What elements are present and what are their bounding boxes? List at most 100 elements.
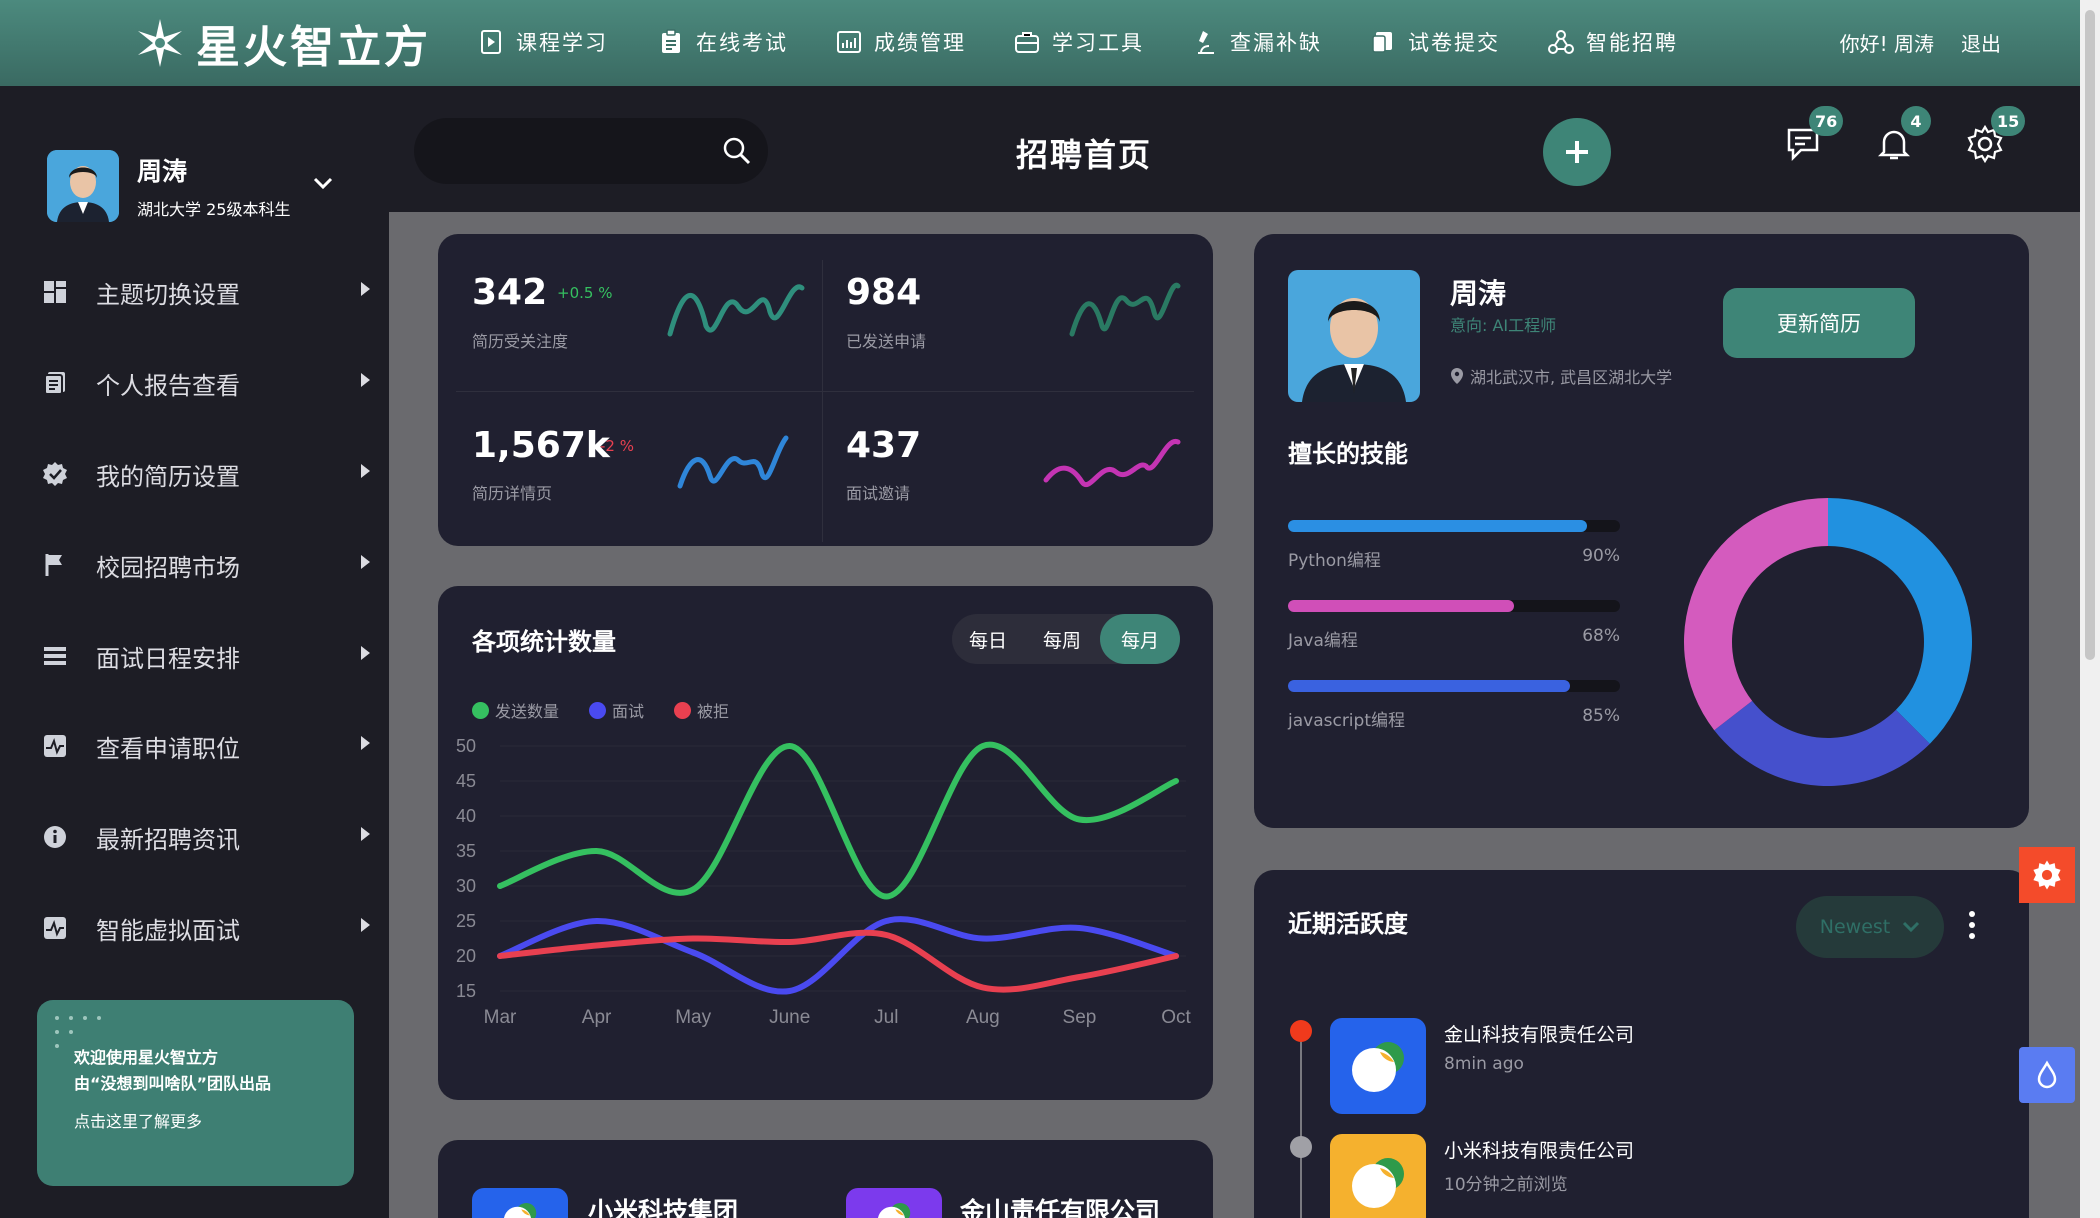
logo-circle: [1352, 1164, 1396, 1208]
y-tick-label: 15: [456, 981, 476, 1001]
sidebar-item-report[interactable]: 个人报告查看: [40, 353, 370, 413]
promo-card[interactable]: 欢迎使用星火智立方 由“没想到叫啥队”团队出品 点击这里了解更多: [37, 1000, 354, 1186]
chevron-right-icon: [361, 282, 370, 296]
company-mark-icon: [877, 1203, 911, 1218]
play-doc-icon: [481, 30, 501, 54]
promo-link[interactable]: 点击这里了解更多: [74, 1108, 202, 1132]
toolbox-icon: [1015, 32, 1039, 53]
page-title: 招聘首页: [1016, 136, 1153, 174]
y-tick-label: 35: [456, 841, 476, 861]
legend-label: 被拒: [697, 702, 730, 721]
sidebar-item-virtual-interview[interactable]: 智能虚拟面试: [40, 898, 370, 958]
add-button[interactable]: [1543, 118, 1611, 186]
color-picker-button[interactable]: [2019, 1047, 2075, 1103]
search-input[interactable]: [414, 118, 768, 184]
x-tick-label: Jul: [874, 1007, 898, 1028]
flag-icon: [40, 550, 70, 580]
resume-intent: 意向: AI工程师: [1450, 316, 1557, 335]
chevron-right-icon: [361, 555, 370, 569]
line-chart: 50 45 40 35 30 25 20 15 Mar Apr May June Jul Aug Sep Oc…: [456, 736, 1192, 1028]
sidebar: 周涛 湖北大学 25级本科生 主题切换设置 个人报告查看 我的简历设置 校园招聘…: [0, 86, 389, 1218]
activity-company[interactable]: 金山科技有限责任公司: [1444, 1020, 1634, 1047]
nav-item-review[interactable]: 查漏补缺: [1192, 22, 1322, 62]
sidebar-item-label: 我的简历设置: [96, 462, 240, 491]
skill-percent: 90%: [1582, 546, 1620, 566]
stat-value: 437: [846, 425, 922, 466]
legend-label: 面试: [612, 702, 645, 721]
sidebar-item-theme[interactable]: 主题切换设置: [40, 262, 370, 322]
chevron-right-icon: [361, 464, 370, 478]
user-school: 湖北大学 25级本科生: [137, 200, 291, 219]
theme-settings-button[interactable]: [2019, 847, 2075, 903]
sidebar-item-label: 智能虚拟面试: [96, 916, 240, 945]
tab-weekly[interactable]: 每周: [1024, 614, 1100, 664]
stat-value: 342: [472, 272, 548, 313]
activity-icon: [40, 913, 70, 943]
page-scrollbar[interactable]: [2080, 0, 2100, 1218]
nav-item-tools[interactable]: 学习工具: [1014, 22, 1144, 62]
logout-link[interactable]: 退出: [1961, 28, 2001, 57]
sort-dropdown[interactable]: Newest: [1796, 896, 1944, 958]
sidebar-item-resume[interactable]: 我的简历设置: [40, 444, 370, 504]
legend-swatch: [674, 701, 692, 719]
stat-delta: -2 %: [600, 437, 634, 455]
nav-item-submit[interactable]: 试卷提交: [1370, 22, 1500, 62]
nav-item-label: 智能招聘: [1586, 31, 1678, 55]
nav-item-label: 试卷提交: [1408, 31, 1500, 55]
stat-label: 面试邀请: [846, 484, 911, 503]
legend-item[interactable]: 发送数量: [472, 698, 559, 722]
sidebar-item-applications[interactable]: 查看申请职位: [40, 716, 370, 776]
company-name[interactable]: 金山责任有限公司: [960, 1192, 1160, 1218]
company-logo[interactable]: [1330, 1134, 1426, 1218]
water-drop-icon: [2037, 1060, 2057, 1089]
update-resume-button[interactable]: 更新简历: [1723, 288, 1915, 358]
skills-title: 擅长的技能: [1288, 440, 1408, 468]
person-photo-icon: [1288, 270, 1420, 402]
stat-label: 已发送申请: [846, 332, 927, 351]
nav-item-courses[interactable]: 课程学习: [478, 22, 608, 62]
nav-item-exam[interactable]: 在线考试: [658, 22, 788, 62]
brand-logo[interactable]: 星火智立方: [134, 12, 431, 74]
user-profile[interactable]: 周涛 湖北大学 25级本科生: [47, 150, 290, 222]
profile-photo: [1288, 270, 1420, 402]
sidebar-item-market[interactable]: 校园招聘市场: [40, 535, 370, 595]
nav-item-grades[interactable]: 成绩管理: [836, 22, 966, 62]
list-icon: [40, 641, 70, 671]
network-icon: [1548, 30, 1574, 54]
main-header: 招聘首页 76 4 15: [389, 86, 2080, 212]
more-options-icon[interactable]: [1968, 910, 1976, 940]
chevron-down-icon[interactable]: [310, 170, 336, 196]
company-name[interactable]: 小米科技集团: [588, 1192, 738, 1218]
settings-badge: 15: [1991, 106, 2026, 136]
sparkline-applications: [1069, 282, 1181, 337]
activity-company[interactable]: 小米科技有限责任公司: [1444, 1136, 1634, 1163]
company-logo[interactable]: [472, 1188, 568, 1218]
tab-monthly[interactable]: 每月: [1100, 614, 1180, 664]
stat-label: 简历受关注度: [472, 332, 569, 351]
stat-delta: +0.5 %: [557, 284, 613, 302]
activity-card: 近期活跃度 Newest 金山科技有限责任公司 8min ago 小米科技有限责…: [1254, 870, 2029, 1218]
nav-item-recruit[interactable]: 智能招聘: [1548, 22, 1678, 62]
search-icon[interactable]: [722, 136, 752, 166]
stat-value: 984: [846, 272, 922, 313]
sidebar-item-schedule[interactable]: 面试日程安排: [40, 626, 370, 686]
sidebar-item-label: 校园招聘市场: [96, 553, 240, 582]
legend-item[interactable]: 被拒: [674, 698, 729, 722]
document-icon: [40, 368, 70, 398]
donut-slice: [1684, 498, 1828, 731]
nav-item-label: 学习工具: [1052, 31, 1144, 55]
nav-item-label: 在线考试: [696, 31, 788, 55]
skill-name: Python编程: [1288, 551, 1381, 571]
companies-card: 小米科技集团 金山责任有限公司: [438, 1140, 1213, 1218]
company-logo[interactable]: [1330, 1018, 1426, 1114]
skill-bar: [1288, 600, 1620, 612]
scrollbar-thumb[interactable]: [2085, 10, 2095, 660]
legend-item[interactable]: 面试: [589, 698, 644, 722]
gear-icon: [2033, 860, 2061, 890]
skill-bar: [1288, 680, 1620, 692]
donut-slice: [1828, 498, 1972, 744]
tab-daily[interactable]: 每日: [952, 614, 1024, 664]
chevron-down-icon: [1903, 921, 1920, 933]
sidebar-item-news[interactable]: 最新招聘资讯: [40, 807, 370, 867]
company-logo[interactable]: [846, 1188, 942, 1218]
